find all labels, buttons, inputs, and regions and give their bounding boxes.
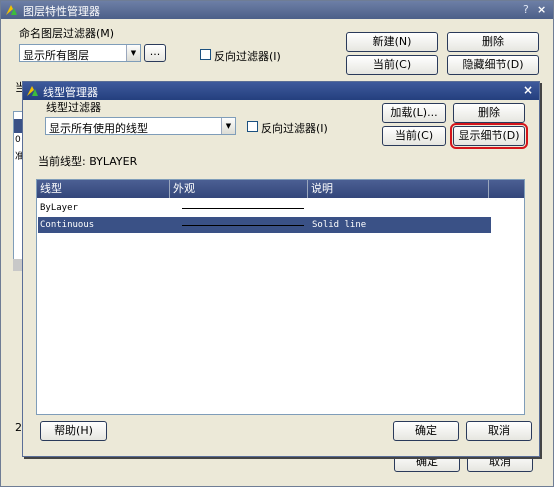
- inner-invert-filter-label: 反向过滤器(I): [261, 122, 328, 135]
- delete-linetype-button[interactable]: 删除: [453, 103, 525, 123]
- named-layer-filter-label: 命名图层过滤器(M): [19, 27, 115, 40]
- linetype-filter-select[interactable]: 显示所有使用的线型 ▼: [45, 117, 236, 135]
- inner-cancel-button[interactable]: 取消: [466, 421, 532, 441]
- layer-filter-value: 显示所有图层: [23, 49, 89, 62]
- current-linetype-text: 当前线型: BYLAYER: [38, 155, 138, 168]
- linetype-description: Solid line: [312, 220, 367, 230]
- set-current-button[interactable]: 当前(C): [382, 126, 446, 146]
- show-details-button[interactable]: 显示细节(D): [450, 123, 528, 149]
- inner-ok-button[interactable]: 确定: [393, 421, 459, 441]
- load-linetype-button[interactable]: 加载(L)...: [382, 103, 446, 123]
- column-header-description[interactable]: 说明: [308, 180, 489, 198]
- outer-title-bar[interactable]: 图层特性管理器 ? ×: [1, 1, 553, 19]
- linetype-row[interactable]: Continuous Solid line: [38, 217, 491, 233]
- column-header-linetype[interactable]: 线型: [37, 180, 170, 198]
- delete-layer-button[interactable]: 删除: [447, 32, 539, 52]
- linetype-filter-group-label: 线型过滤器: [46, 101, 101, 114]
- outer-peek-two: 2: [15, 421, 22, 434]
- help-button[interactable]: 帮助(H): [40, 421, 107, 441]
- hide-details-button[interactable]: 隐藏细节(D): [447, 55, 539, 75]
- outer-current-button[interactable]: 当前(C): [346, 55, 438, 75]
- linetype-row[interactable]: ByLayer: [38, 200, 491, 216]
- filter-options-button[interactable]: ...: [144, 44, 166, 62]
- new-layer-button[interactable]: 新建(N): [346, 32, 438, 52]
- inner-invert-filter-checkbox[interactable]: [247, 121, 258, 132]
- outer-invert-filter-checkbox[interactable]: [200, 49, 211, 60]
- linetype-name: ByLayer: [40, 203, 78, 213]
- app-icon: [6, 5, 17, 15]
- column-header-spacer: [489, 180, 524, 198]
- current-linetype-bar: 当前线型: BYLAYER: [36, 152, 534, 168]
- layer-filter-select[interactable]: 显示所有图层 ▼: [19, 44, 141, 62]
- linetype-manager-title: 线型管理器: [43, 86, 98, 99]
- outer-window-title: 图层特性管理器: [23, 5, 100, 18]
- linetype-app-icon: [27, 86, 38, 96]
- outer-peek-zero: 0: [15, 135, 21, 145]
- linetype-list[interactable]: 线型 外观 说明 ByLayer Continuous Solid line: [36, 179, 525, 415]
- linetype-appearance: [182, 208, 304, 209]
- close-icon[interactable]: ×: [537, 3, 546, 16]
- chevron-down-icon[interactable]: ▼: [126, 45, 140, 61]
- linetype-appearance: [182, 225, 304, 226]
- column-header-appearance[interactable]: 外观: [170, 180, 308, 198]
- outer-invert-filter-label: 反向过滤器(I): [214, 50, 281, 63]
- linetype-name: Continuous: [40, 220, 95, 230]
- inner-close-icon[interactable]: ×: [523, 83, 533, 97]
- inner-title-bar[interactable]: 线型管理器 ×: [23, 82, 539, 100]
- linetype-manager-dialog: 线型管理器 × 线型过滤器 显示所有使用的线型 ▼ 反向过滤器(I) 加载(L)…: [22, 81, 540, 457]
- chevron-down-icon[interactable]: ▼: [221, 118, 235, 134]
- linetype-filter-value: 显示所有使用的线型: [49, 122, 148, 135]
- help-icon[interactable]: ?: [523, 3, 529, 16]
